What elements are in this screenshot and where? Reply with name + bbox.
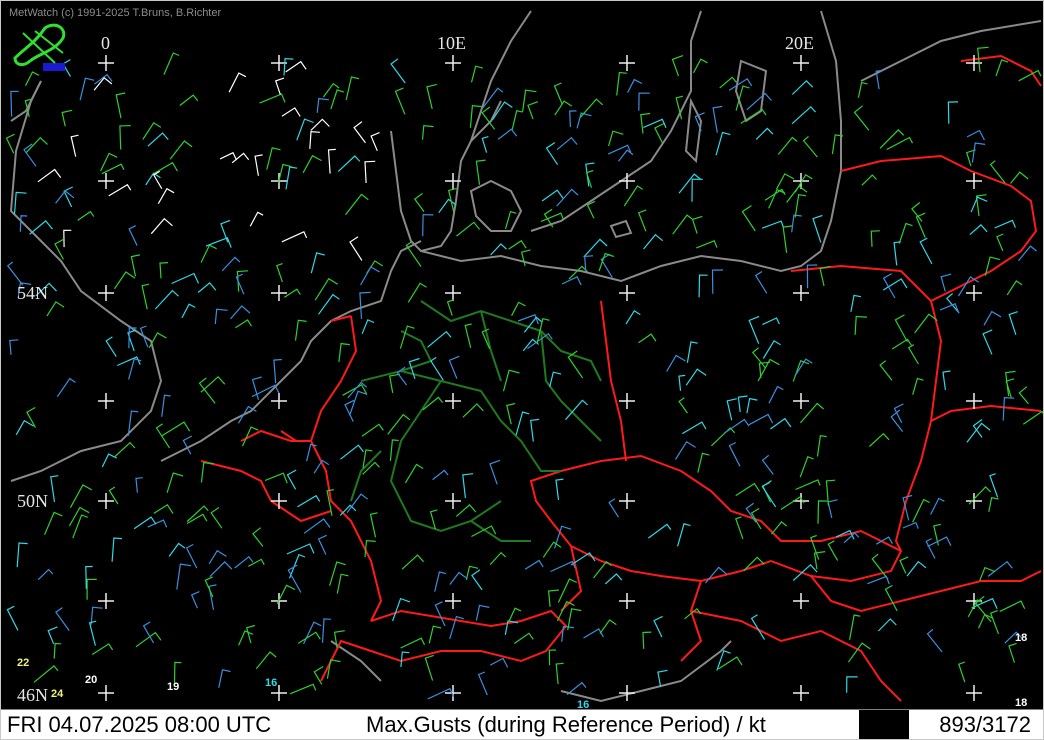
- station-value[interactable]: 16: [265, 677, 277, 689]
- map-window: MetWatch (c) 1991-2025 T.Bruns, B.Richte…: [0, 0, 1044, 740]
- station-value[interactable]: 18: [1015, 697, 1027, 709]
- weather-map[interactable]: [1, 1, 1043, 709]
- station-value[interactable]: 19: [167, 681, 179, 693]
- copyright-text: MetWatch (c) 1991-2025 T.Bruns, B.Richte…: [9, 7, 222, 19]
- station-value[interactable]: 18: [1015, 632, 1027, 644]
- status-spacer: [859, 710, 909, 739]
- lat-label-46n: 46N: [17, 685, 48, 705]
- parameter-title-text: Max.Gusts (during Reference Period) / kt: [366, 712, 766, 737]
- lat-label-54n: 54N: [17, 283, 48, 303]
- lon-label-20e: 20E: [785, 33, 814, 53]
- station-count-text: 893/3172: [939, 712, 1031, 737]
- lon-label-0: 0: [101, 33, 110, 53]
- station-value[interactable]: 20: [85, 674, 97, 686]
- map-background: [1, 1, 1043, 709]
- station-value[interactable]: 24: [51, 688, 63, 700]
- valid-time-text: FRI 04.07.2025 08:00 UTC: [7, 712, 272, 737]
- lat-label-50n: 50N: [17, 491, 48, 511]
- lon-label-10e: 10E: [437, 33, 466, 53]
- station-value[interactable]: 22: [17, 657, 29, 669]
- status-bar: FRI 04.07.2025 08:00 UTC Max.Gusts (duri…: [1, 709, 1043, 739]
